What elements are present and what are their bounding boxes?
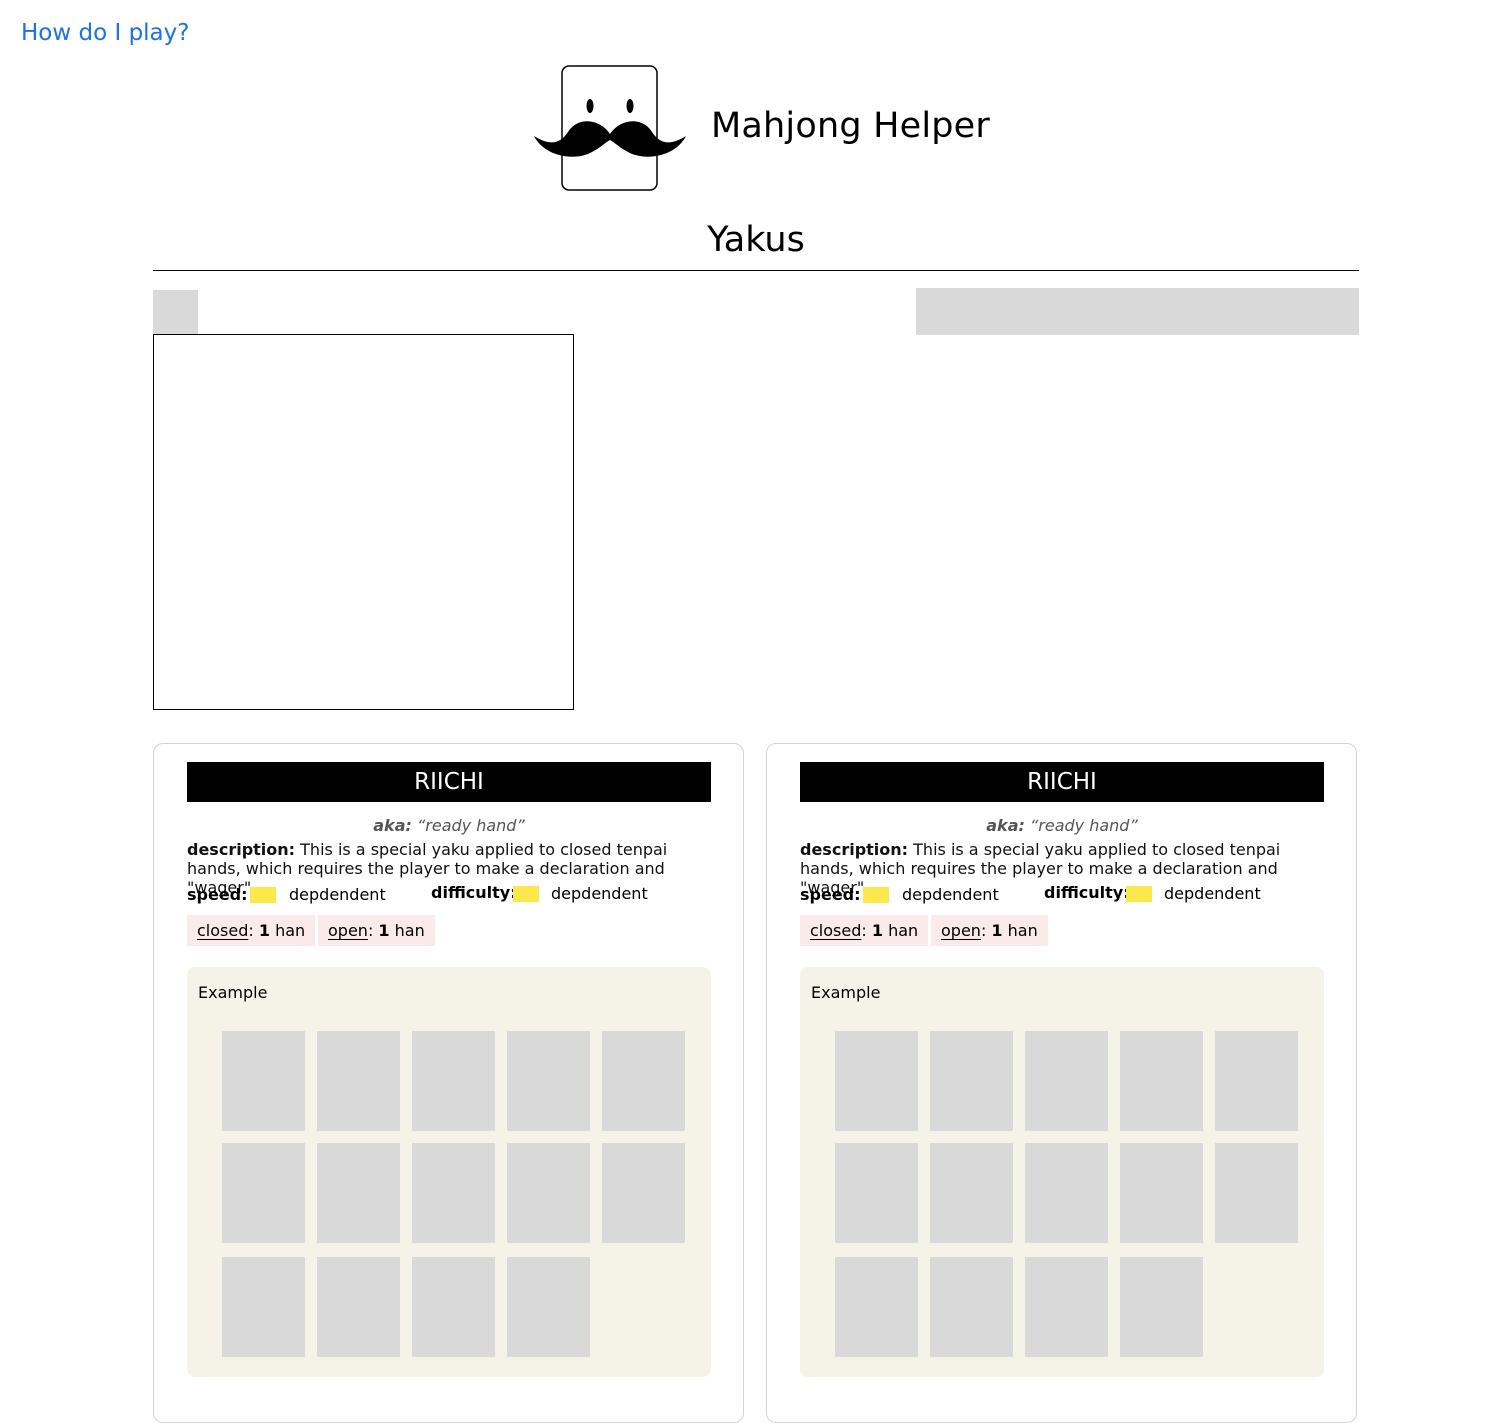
- example-hand-panel: Example: [187, 967, 711, 1377]
- mahjong-tile: [317, 1257, 400, 1357]
- description-label: description:: [187, 840, 296, 859]
- mahjong-tile: [1120, 1031, 1203, 1131]
- mahjong-tile: [1120, 1257, 1203, 1357]
- difficulty-value: depdendent: [551, 884, 648, 903]
- mahjong-tile: [930, 1257, 1013, 1357]
- mahjong-tile: [412, 1143, 495, 1243]
- closed-han-value: 1: [258, 921, 270, 940]
- closed-han-unit: han: [275, 921, 306, 940]
- yaku-meta-row: speed: depdendent difficulty: depdendent: [187, 883, 711, 905]
- mahjong-tile: [507, 1257, 590, 1357]
- mahjong-tile: [222, 1143, 305, 1243]
- yaku-card: RIICHI aka: “ready hand” description: Th…: [766, 743, 1357, 1423]
- open-han-value: 1: [991, 921, 1003, 940]
- mustache-tile-logo-icon: [534, 65, 686, 191]
- example-hand-panel: Example: [800, 967, 1324, 1377]
- mahjong-tile: [317, 1143, 400, 1243]
- closed-label: closed: [197, 921, 249, 940]
- aka-value: “ready hand”: [1029, 816, 1138, 835]
- example-label: Example: [198, 983, 268, 1002]
- mahjong-tile: [930, 1031, 1013, 1131]
- mahjong-tile: [222, 1257, 305, 1357]
- speed-label: speed:: [800, 885, 861, 904]
- yaku-aka: aka: “ready hand”: [187, 816, 711, 835]
- speed-swatch: [863, 887, 889, 903]
- open-han-value: 1: [378, 921, 390, 940]
- mahjong-tile: [1120, 1143, 1203, 1243]
- example-label: Example: [811, 983, 881, 1002]
- open-han-badge: open: 1 han: [931, 915, 1048, 946]
- difficulty-swatch: [1126, 886, 1152, 902]
- mahjong-tile: [1025, 1257, 1108, 1357]
- mahjong-tile: [317, 1031, 400, 1131]
- speed-swatch: [250, 887, 276, 903]
- description-label: description:: [800, 840, 909, 859]
- mahjong-tile: [507, 1031, 590, 1131]
- open-label: open: [941, 921, 981, 940]
- mahjong-tile: [1025, 1143, 1108, 1243]
- yaku-name-header: RIICHI: [800, 762, 1324, 802]
- difficulty-label: difficulty:: [431, 883, 517, 902]
- how-to-play-link[interactable]: How do I play?: [21, 20, 189, 46]
- filter-toggle-button[interactable]: [153, 290, 198, 335]
- search-bar[interactable]: [916, 288, 1359, 335]
- mahjong-tile: [930, 1143, 1013, 1243]
- difficulty-label: difficulty:: [1044, 883, 1130, 902]
- mahjong-tile: [602, 1031, 685, 1131]
- mahjong-tile: [507, 1143, 590, 1243]
- aka-label: aka:: [986, 816, 1025, 835]
- closed-han-badge: closed: 1 han: [187, 915, 316, 946]
- yaku-aka: aka: “ready hand”: [800, 816, 1324, 835]
- open-han-unit: han: [394, 921, 425, 940]
- mahjong-tile: [835, 1031, 918, 1131]
- mahjong-tile: [412, 1257, 495, 1357]
- mahjong-tile: [835, 1143, 918, 1243]
- app-name: Mahjong Helper: [711, 106, 991, 146]
- title-divider: [153, 270, 1359, 271]
- open-han-badge: open: 1 han: [318, 915, 435, 946]
- mahjong-tile: [1215, 1031, 1298, 1131]
- aka-label: aka:: [373, 816, 412, 835]
- yaku-card: RIICHI aka: “ready hand” description: Th…: [153, 743, 744, 1423]
- difficulty-swatch: [513, 886, 539, 902]
- closed-han-value: 1: [871, 921, 883, 940]
- yaku-name-header: RIICHI: [187, 762, 711, 802]
- difficulty-value: depdendent: [1164, 884, 1261, 903]
- mahjong-tile: [412, 1031, 495, 1131]
- aka-value: “ready hand”: [416, 816, 525, 835]
- mahjong-tile: [602, 1143, 685, 1243]
- yaku-meta-row: speed: depdendent difficulty: depdendent: [800, 883, 1324, 905]
- mahjong-tile: [222, 1031, 305, 1131]
- mahjong-tile: [1215, 1143, 1298, 1243]
- page-title: Yakus: [707, 220, 805, 260]
- open-label: open: [328, 921, 368, 940]
- speed-value: depdendent: [902, 885, 999, 904]
- speed-label: speed:: [187, 885, 248, 904]
- closed-han-badge: closed: 1 han: [800, 915, 929, 946]
- closed-label: closed: [810, 921, 862, 940]
- filter-panel: [153, 334, 574, 710]
- mahjong-tile: [835, 1257, 918, 1357]
- speed-value: depdendent: [289, 885, 386, 904]
- open-han-unit: han: [1007, 921, 1038, 940]
- mahjong-tile: [1025, 1031, 1108, 1131]
- closed-han-unit: han: [888, 921, 919, 940]
